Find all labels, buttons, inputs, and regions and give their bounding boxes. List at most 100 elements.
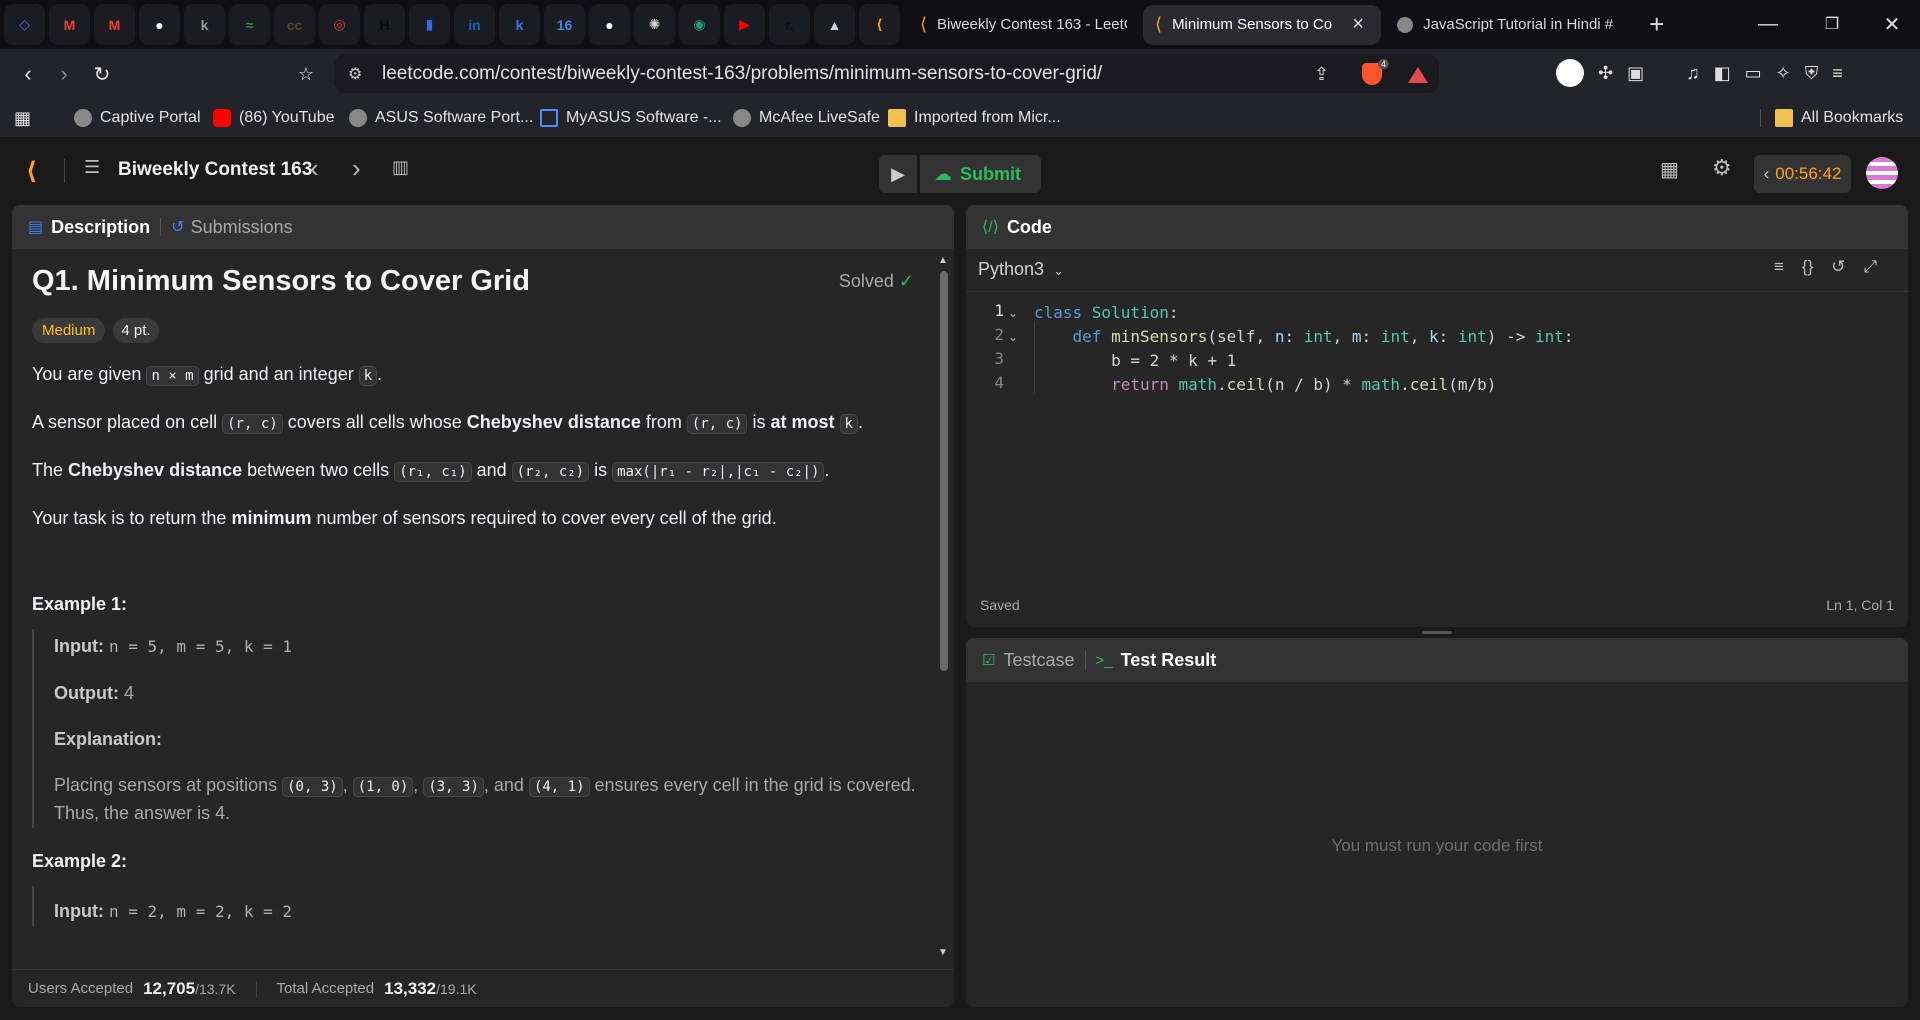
bookmark-icon[interactable]: ☆ xyxy=(288,56,324,92)
all-bookmarks[interactable]: All Bookmarks xyxy=(1760,109,1903,127)
leo-ai-icon[interactable]: ✧ xyxy=(1776,63,1791,84)
code-token: : xyxy=(1563,327,1574,346)
code-inline: (4, 1) xyxy=(528,777,590,797)
pinned-tab[interactable]: ≈ xyxy=(229,4,270,45)
new-tab-button[interactable]: + xyxy=(1649,9,1664,40)
line-number: 4 xyxy=(994,373,1004,392)
stats-icon[interactable]: ▥ xyxy=(392,157,409,178)
close-window-icon[interactable]: ✕ xyxy=(1872,8,1912,40)
wallet-icon[interactable]: ▭ xyxy=(1745,63,1762,84)
next-problem-icon[interactable]: › xyxy=(352,153,361,184)
run-button[interactable]: ▶ xyxy=(879,155,917,193)
scrollbar-thumb[interactable] xyxy=(940,271,948,671)
puzzle-icon[interactable]: ✣ xyxy=(1598,63,1613,84)
url-text[interactable]: leetcode.com/contest/biweekly-contest-16… xyxy=(382,63,1102,85)
pinned-tab[interactable]: ◉ xyxy=(679,4,720,45)
browser-tab-contest[interactable]: ⟨ Biweekly Contest 163 - LeetC xyxy=(908,5,1139,45)
checkbox-icon: ☑ xyxy=(982,652,996,669)
bookmark-label: Captive Portal xyxy=(100,109,201,126)
tab-submissions[interactable]: Submissions xyxy=(191,217,293,238)
brave-rewards-icon[interactable] xyxy=(1408,67,1428,83)
pinned-tab[interactable]: ✺ xyxy=(634,4,675,45)
pinned-tab[interactable]: ◇ xyxy=(4,4,45,45)
pinned-tab[interactable]: M xyxy=(94,4,135,45)
k-icon: k xyxy=(200,16,209,33)
divider xyxy=(1084,651,1086,669)
pinned-tab[interactable]: ● xyxy=(589,4,630,45)
format-lines-icon[interactable]: ≡ xyxy=(1774,257,1784,277)
language-label: Python3 xyxy=(978,259,1045,279)
bookmark-mcafee[interactable]: McAfee LiveSafe xyxy=(733,109,880,127)
bookmark-myasus[interactable]: MyASUS Software -... xyxy=(540,109,722,127)
avatar[interactable] xyxy=(1866,157,1898,189)
reset-icon[interactable]: ↺ xyxy=(1831,257,1845,277)
browser-tab-js-tutorial[interactable]: JavaScript Tutorial in Hindi # xyxy=(1385,5,1635,45)
problem-list-icon[interactable]: ☰ xyxy=(84,157,100,178)
bookmark-youtube[interactable]: (86) YouTube xyxy=(213,109,334,127)
pinned-tab[interactable]: r. xyxy=(769,4,810,45)
fold-chevron-icon[interactable]: ⌄ xyxy=(1008,325,1018,349)
pinned-tab[interactable]: M xyxy=(49,4,90,45)
bookmark-captive-portal[interactable]: Captive Portal xyxy=(74,109,201,127)
forward-icon[interactable]: › xyxy=(46,56,82,92)
layout-icon[interactable]: ▦ xyxy=(1660,157,1679,182)
address-bar[interactable]: ⚙ leetcode.com/contest/biweekly-contest-… xyxy=(334,55,1439,93)
pinned-tab[interactable]: k xyxy=(499,4,540,45)
code-inline: (0, 3) xyxy=(282,777,343,797)
pinned-tab[interactable]: cc xyxy=(274,4,315,45)
pinned-tab[interactable]: ▶ xyxy=(724,4,765,45)
pinned-tab[interactable]: ▮ xyxy=(409,4,450,45)
leetcode-logo-icon[interactable]: ⟨ xyxy=(26,157,37,186)
restore-icon[interactable]: ❐ xyxy=(1812,8,1852,40)
pinned-tab[interactable]: ▲ xyxy=(814,4,855,45)
tab-code[interactable]: Code xyxy=(1007,217,1052,238)
tab-description[interactable]: Description xyxy=(51,217,150,238)
tab-test-result[interactable]: Test Result xyxy=(1121,650,1217,671)
pinned-tab[interactable]: H xyxy=(364,4,405,45)
scroll-down-icon[interactable]: ▼ xyxy=(938,947,948,958)
statement-paragraph-1: You are given n × m grid and an integer … xyxy=(32,361,932,389)
pinned-tab[interactable]: ● xyxy=(139,4,180,45)
pinned-tab[interactable]: ◎ xyxy=(319,4,360,45)
settings-gear-icon[interactable]: ⚙ xyxy=(1712,155,1732,181)
pinned-tab[interactable]: 16 xyxy=(544,4,585,45)
scrollbar[interactable]: ▲ ▼ xyxy=(938,255,950,965)
braces-icon[interactable]: {} xyxy=(1802,257,1813,277)
resize-handle[interactable] xyxy=(1422,631,1452,634)
reader-icon[interactable]: ▣ xyxy=(1627,63,1644,84)
share-icon[interactable]: ⇪ xyxy=(1314,64,1329,85)
music-icon[interactable]: ♫ xyxy=(1686,63,1700,84)
code-inline: (3, 3) xyxy=(423,777,484,797)
pinned-tab[interactable]: ⟨ xyxy=(859,4,900,45)
vpn-icon[interactable]: ⛨ xyxy=(1805,63,1819,84)
menu-icon[interactable]: ≡ xyxy=(1832,63,1843,84)
apps-grid-icon[interactable]: ▦ xyxy=(14,108,31,129)
bookmark-imported[interactable]: Imported from Micr... xyxy=(888,109,1061,127)
pinned-tab[interactable]: k xyxy=(184,4,225,45)
language-select[interactable]: Python3 ⌄ xyxy=(978,259,1064,280)
close-tab-icon[interactable]: × xyxy=(1347,13,1369,36)
code-editor[interactable]: 1 ⌄ class Solution: 2 ⌄ def minSensors(self,… xyxy=(966,295,1908,585)
sidebar-icon[interactable]: ◧ xyxy=(1714,63,1731,84)
bold-text: Chebyshev distance xyxy=(68,460,243,480)
contest-title[interactable]: Biweekly Contest 163 xyxy=(118,159,312,181)
site-info-icon[interactable]: ⚙ xyxy=(348,64,362,84)
expand-icon[interactable]: ⤢ xyxy=(1864,257,1878,277)
browser-tab-strip: ◇ M M ● k ≈ cc ◎ H ▮ in k 16 ● ✺ ◉ ▶ r. ▲ ⟨ ⟨ Biweekly Cont… xyxy=(0,0,1920,49)
reload-icon[interactable]: ↻ xyxy=(84,56,120,92)
minimize-icon[interactable]: — xyxy=(1748,8,1788,40)
pinned-tab[interactable]: in xyxy=(454,4,495,45)
browser-toolbar: ‹ › ↻ ☆ ⚙ leetcode.com/contest/biweekly-… xyxy=(0,49,1920,99)
code-inline: (1, 0) xyxy=(352,777,414,797)
extension-acrobat-icon[interactable] xyxy=(1556,59,1584,87)
browser-tab-problem[interactable]: ⟨ Minimum Sensors to Co × xyxy=(1143,4,1382,45)
fold-chevron-icon[interactable]: ⌄ xyxy=(1008,301,1018,325)
prev-problem-icon[interactable]: ‹ xyxy=(310,153,319,184)
scroll-up-icon[interactable]: ▲ xyxy=(938,255,948,266)
bookmark-asus-portal[interactable]: ASUS Software Port... xyxy=(349,109,533,127)
back-icon[interactable]: ‹ xyxy=(10,56,46,92)
bold-text: minimum xyxy=(231,508,312,528)
tab-testcase[interactable]: Testcase xyxy=(1003,650,1074,671)
submit-button[interactable]: ☁ Submit xyxy=(920,155,1041,193)
contest-timer[interactable]: ‹ 00:56:42 xyxy=(1754,155,1851,193)
